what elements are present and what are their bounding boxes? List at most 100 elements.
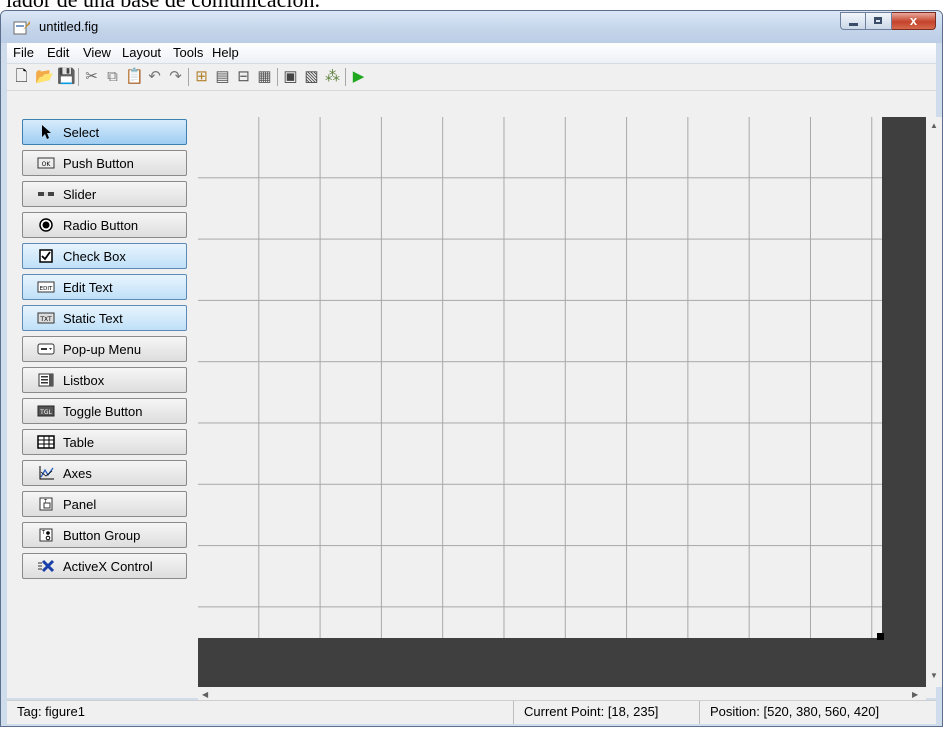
figure-grid[interactable]: [198, 117, 882, 638]
menu-tools[interactable]: Tools: [173, 45, 203, 60]
maximize-button[interactable]: [866, 12, 892, 30]
align-objects-icon[interactable]: ⊞: [193, 68, 210, 85]
push-button-icon: OK: [37, 157, 55, 169]
palette-slider-button[interactable]: Slider: [22, 181, 187, 207]
scroll-down-icon[interactable]: ▼: [930, 671, 938, 680]
edit-text-icon: EDIT: [37, 281, 55, 293]
guide-editor-area: Select OK Push Button Slider Radio Butto…: [7, 91, 942, 703]
menu-bar: File Edit View Layout Tools Help: [7, 43, 936, 64]
palette-item-label: Edit Text: [63, 280, 113, 295]
menu-help[interactable]: Help: [212, 45, 239, 60]
paste-icon[interactable]: 📋: [125, 68, 144, 85]
editor-icon[interactable]: ▣: [282, 68, 299, 85]
status-bar: Tag: figure1 Current Point: [18, 235] Po…: [7, 700, 936, 724]
svg-text:OK: OK: [42, 161, 52, 168]
palette-activex-button[interactable]: ActiveX Control: [22, 553, 187, 579]
menu-view[interactable]: View: [83, 45, 111, 60]
static-text-icon: TXT: [37, 312, 55, 324]
panel-icon: T: [39, 497, 53, 511]
palette-check-box-button[interactable]: Check Box: [22, 243, 187, 269]
popup-menu-icon: [37, 343, 55, 355]
palette-toggle-button[interactable]: TGL Toggle Button: [22, 398, 187, 424]
window-title: untitled.fig: [39, 19, 99, 34]
close-icon: x: [909, 13, 918, 28]
status-tag: Tag: figure1: [17, 704, 85, 719]
cut-icon[interactable]: ✂: [83, 68, 100, 85]
toolbar-separator: [277, 68, 278, 86]
maximize-icon: [874, 17, 882, 24]
palette-item-label: Pop-up Menu: [63, 342, 142, 357]
menu-edit[interactable]: Edit: [47, 45, 69, 60]
fig-file-icon: [13, 21, 30, 35]
menu-editor-icon[interactable]: ▤: [214, 68, 231, 85]
object-browser-icon[interactable]: ⁂: [324, 68, 341, 85]
save-icon[interactable]: 💾: [57, 68, 76, 85]
status-position: Position: [520, 380, 560, 420]: [699, 701, 936, 724]
axes-icon: [39, 466, 54, 480]
svg-text:TGL: TGL: [39, 409, 52, 416]
palette-item-label: Slider: [63, 187, 97, 202]
table-icon: [37, 435, 55, 449]
palette-edit-text-button[interactable]: EDIT Edit Text: [22, 274, 187, 300]
radio-button-icon: [39, 218, 53, 232]
toolbar-editor-icon[interactable]: ▦: [256, 68, 273, 85]
toolbar: 🗋 📂 💾 ✂ ⧉ 📋 ↶ ↷ ⊞ ▤ ⊟ ▦ ▣ ▧ ⁂ ▶: [7, 64, 936, 91]
palette-item-label: Panel: [63, 497, 97, 512]
svg-text:EDIT: EDIT: [40, 286, 53, 292]
palette-item-label: Toggle Button: [63, 404, 143, 419]
scroll-up-icon[interactable]: ▲: [930, 121, 938, 130]
palette-item-label: Check Box: [63, 249, 126, 264]
scroll-left-icon[interactable]: ◀: [202, 690, 208, 699]
minimize-icon: [849, 23, 858, 26]
minimize-button[interactable]: [840, 12, 866, 30]
palette-item-label: Axes: [63, 466, 92, 481]
layout-canvas[interactable]: [198, 117, 926, 687]
palette-popup-menu-button[interactable]: Pop-up Menu: [22, 336, 187, 362]
palette-item-label: Push Button: [63, 156, 134, 171]
palette-item-label: ActiveX Control: [63, 559, 153, 574]
palette-static-text-button[interactable]: TXT Static Text: [22, 305, 187, 331]
figure-resize-handle[interactable]: [877, 633, 884, 640]
palette-panel-button[interactable]: T Panel: [22, 491, 187, 517]
toolbar-separator: [78, 68, 79, 86]
palette-radio-button[interactable]: Radio Button: [22, 212, 187, 238]
toolbar-separator: [188, 68, 189, 86]
button-group-icon: T: [39, 528, 53, 542]
svg-text:TXT: TXT: [39, 316, 52, 323]
palette-table-button[interactable]: Table: [22, 429, 187, 455]
copy-icon[interactable]: ⧉: [104, 68, 121, 85]
run-figure-icon[interactable]: ▶: [350, 68, 367, 85]
undo-icon[interactable]: ↶: [146, 68, 163, 85]
status-current-point: Current Point: [18, 235]: [513, 701, 699, 724]
palette-item-label: Select: [63, 125, 100, 140]
palette-axes-button[interactable]: Axes: [22, 460, 187, 486]
menu-file[interactable]: File: [13, 45, 34, 60]
palette-item-label: Button Group: [63, 528, 141, 543]
check-box-icon: [39, 249, 53, 263]
property-inspector-icon[interactable]: ▧: [303, 68, 320, 85]
palette-button-group-button[interactable]: T Button Group: [22, 522, 187, 548]
activex-icon: [38, 559, 55, 573]
cursor-arrow-icon: [42, 125, 51, 139]
new-file-icon[interactable]: 🗋: [13, 68, 30, 85]
palette-item-label: Listbox: [63, 373, 105, 388]
close-button[interactable]: x: [892, 12, 936, 30]
listbox-icon: [38, 373, 54, 387]
toggle-button-icon: TGL: [37, 405, 55, 417]
palette-select-button[interactable]: Select: [22, 119, 187, 145]
menu-layout[interactable]: Layout: [122, 45, 161, 60]
tab-order-editor-icon[interactable]: ⊟: [235, 68, 252, 85]
guide-window: untitled.fig x File Edit View Layout Too…: [0, 10, 943, 727]
redo-icon[interactable]: ↷: [167, 68, 184, 85]
scroll-right-icon[interactable]: ▶: [912, 690, 918, 699]
palette-item-label: Table: [63, 435, 95, 450]
open-folder-icon[interactable]: 📂: [35, 68, 54, 85]
palette-listbox-button[interactable]: Listbox: [22, 367, 187, 393]
toolbar-separator: [345, 68, 346, 86]
title-bar[interactable]: untitled.fig x: [1, 11, 942, 43]
palette-item-label: Static Text: [63, 311, 123, 326]
slider-icon: [38, 192, 54, 196]
vertical-scrollbar[interactable]: ▲ ▼: [926, 117, 942, 687]
palette-item-label: Radio Button: [63, 218, 139, 233]
palette-push-button[interactable]: OK Push Button: [22, 150, 187, 176]
